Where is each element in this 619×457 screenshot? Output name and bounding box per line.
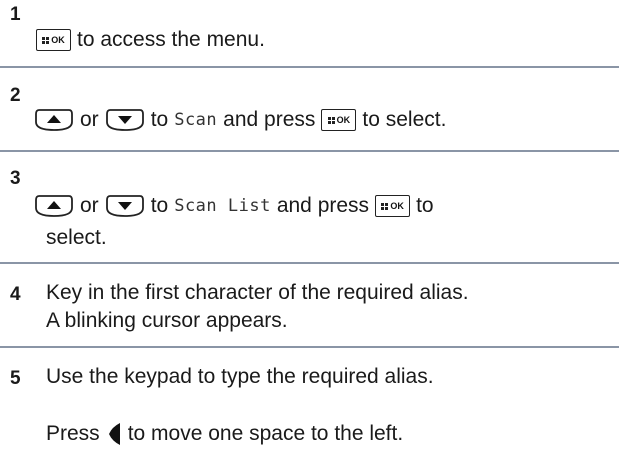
divider <box>0 150 619 152</box>
divider <box>0 346 619 348</box>
step-5-line-1: Use the keypad to type the required alia… <box>46 365 434 388</box>
step-2-line: or to Scan and press OK to select. <box>28 108 446 132</box>
step-4-line-1: Key in the first character of the requir… <box>46 281 469 304</box>
left-arrow-key-icon <box>108 423 120 445</box>
menu-ok-key-icon: OK <box>321 109 357 131</box>
step-number: 5 <box>10 368 21 389</box>
up-arrow-key-icon <box>35 109 73 131</box>
step-text: to access the menu. <box>77 28 265 51</box>
down-arrow-key-icon <box>105 195 144 217</box>
step-3-continuation: select. <box>46 226 107 249</box>
menu-item-scan: Scan <box>174 110 218 130</box>
divider <box>0 66 619 68</box>
step-4-line-2: A blinking cursor appears. <box>46 309 288 332</box>
menu-ok-key-icon: OK <box>36 29 71 51</box>
step-3-line: or to Scan List and press OK to <box>28 194 434 218</box>
menu-item-scan-list: Scan List <box>174 196 271 216</box>
step-number: 1 <box>10 4 21 25</box>
step-number: 4 <box>10 284 21 305</box>
menu-ok-key-icon: OK <box>375 195 411 217</box>
step-number: 3 <box>10 168 21 189</box>
step-5-line-2: Press to move one space to the left. <box>46 422 404 445</box>
step-1-line: OK to access the menu. <box>30 28 265 52</box>
divider <box>0 262 619 264</box>
up-arrow-key-icon <box>35 195 73 217</box>
step-number: 2 <box>10 85 21 106</box>
down-arrow-key-icon <box>105 109 144 131</box>
